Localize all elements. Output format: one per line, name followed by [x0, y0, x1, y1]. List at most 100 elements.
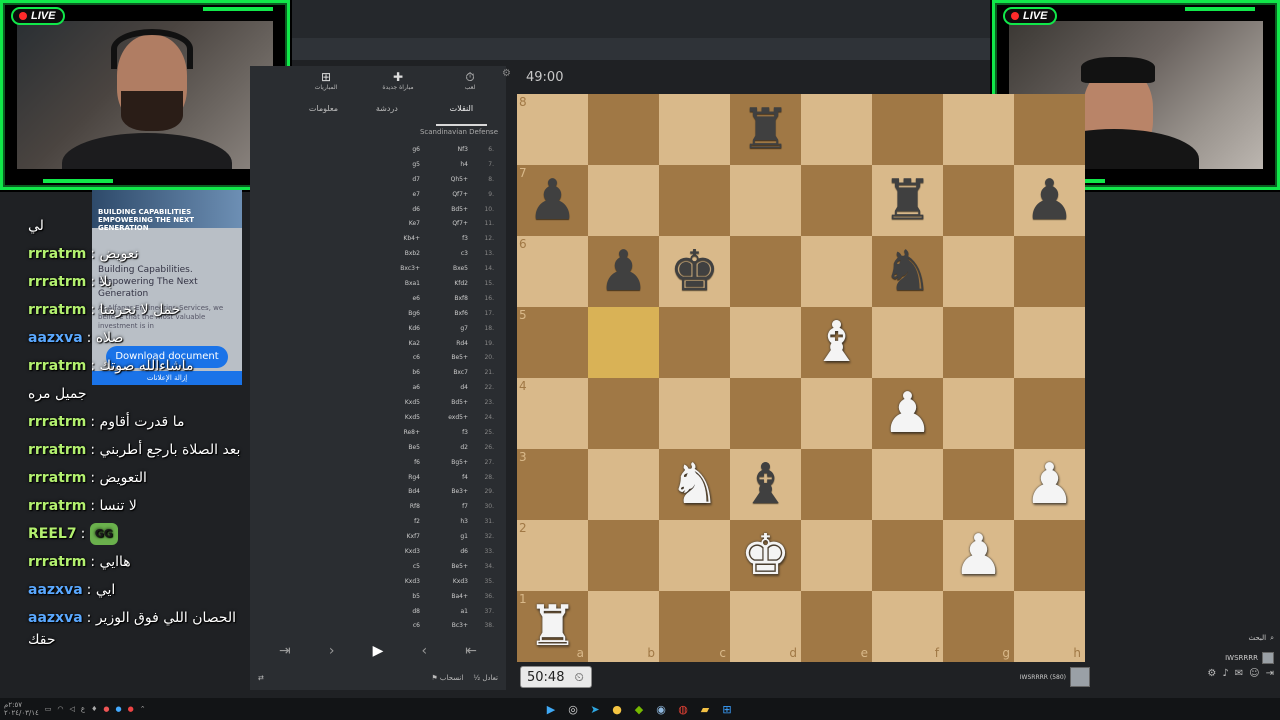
first-move-icon[interactable]: ⇤ [465, 643, 477, 659]
square-a1[interactable]: 1 a ♜ [517, 591, 588, 662]
square-f6[interactable]: ♞ [872, 236, 943, 307]
move-row[interactable]: Kxd5 Bd5+ 23. [264, 395, 496, 410]
square-e6[interactable] [801, 236, 872, 307]
square-f5[interactable] [872, 307, 943, 378]
move-row[interactable]: d6 Bd5+ 10. [264, 202, 496, 217]
move-row[interactable]: b6 Bxc7 21. [264, 365, 496, 380]
square-f1[interactable]: f [872, 591, 943, 662]
square-b7[interactable] [588, 165, 659, 236]
move-row[interactable]: Kd6 g7 18. [264, 321, 496, 336]
square-c3[interactable]: ♞ [659, 449, 730, 520]
move-row[interactable]: g5 h4 7. [264, 157, 496, 172]
move-row[interactable]: c5 Be5+ 34. [264, 559, 496, 574]
square-g3[interactable] [943, 449, 1014, 520]
move-row[interactable]: a6 d4 22. [264, 380, 496, 395]
square-c1[interactable]: c [659, 591, 730, 662]
chat-username[interactable]: rrratrm [28, 358, 86, 374]
bell-icon[interactable]: ♪ [1222, 668, 1228, 679]
tray-app-icon[interactable]: ● [103, 705, 109, 713]
tray-clock[interactable]: ٢:٥٧م ٢٠٢٤/٠٣/١٤ [4, 701, 39, 717]
black-knight-icon[interactable]: ♞ [882, 243, 932, 300]
square-f4[interactable]: ♟ [872, 378, 943, 449]
square-b5[interactable] [588, 307, 659, 378]
square-e8[interactable] [801, 94, 872, 165]
flip-board-icon[interactable]: ⇄ [258, 674, 264, 682]
square-h8[interactable] [1014, 94, 1085, 165]
square-b3[interactable] [588, 449, 659, 520]
move-row[interactable]: f2 h3 31. [264, 514, 496, 529]
previous-move-icon[interactable]: ‹ [421, 643, 427, 659]
square-h4[interactable] [1014, 378, 1085, 449]
move-row[interactable]: Bd4 Be3+ 29. [264, 484, 496, 499]
black-bishop-icon[interactable]: ♝ [740, 456, 790, 513]
telegram-icon[interactable]: ➤ [588, 702, 602, 716]
user-row[interactable]: IWSRRRR [1200, 648, 1280, 668]
black-pawn-icon[interactable]: ♟ [527, 172, 577, 229]
tray-app-icon[interactable]: ● [128, 705, 134, 713]
square-d7[interactable] [730, 165, 801, 236]
square-h2[interactable] [1014, 520, 1085, 591]
move-row[interactable]: b5 Ba4+ 36. [264, 589, 496, 604]
play-tab[interactable]: ⏱ لعب [446, 70, 494, 96]
square-b8[interactable] [588, 94, 659, 165]
chat-username[interactable]: rrratrm [28, 498, 86, 514]
move-row[interactable]: f6 Bg5+ 27. [264, 455, 496, 470]
black-pawn-icon[interactable]: ♟ [598, 243, 648, 300]
language-icon[interactable]: ع [81, 705, 85, 713]
square-a7[interactable]: 7 ♟ [517, 165, 588, 236]
square-g2[interactable]: ♟ [943, 520, 1014, 591]
draw-button[interactable]: ½ تعادل [473, 674, 498, 682]
white-pawn-icon[interactable]: ♟ [882, 385, 932, 442]
black-rook-icon[interactable]: ♜ [740, 101, 790, 158]
chat-username[interactable]: aazxva [28, 330, 83, 346]
square-e3[interactable] [801, 449, 872, 520]
move-row[interactable]: c6 Bc3+ 38. [264, 619, 496, 633]
games-tab[interactable]: ⊞ المباريات [302, 70, 350, 96]
tab-moves[interactable]: النقلات [435, 104, 488, 126]
black-pawn-icon[interactable]: ♟ [1024, 172, 1074, 229]
move-row[interactable]: Be5 d2 26. [264, 440, 496, 455]
move-row[interactable]: d8 a1 37. [264, 604, 496, 619]
square-d3[interactable]: ♝ [730, 449, 801, 520]
chess-board[interactable]: 8 ♜ 7 ♟ ♜ ♟ 6 ♟ ♚ ♞ 5 ♝ 4 ♟ 3 ♞ ♝ ♟ 2 ♚ ♟ 1 a ♜ b c d e f g h [517, 94, 1085, 662]
move-row[interactable]: Kxd3 d6 33. [264, 544, 496, 559]
move-row[interactable]: Ke7 Qf7+ 11. [264, 216, 496, 231]
mic-icon[interactable]: ♦ [91, 705, 97, 713]
move-list[interactable]: g6 Nf3 6. g5 h4 7. d7 Qh5+ 8. e7 Qf7+ 9. d6 Bd5+ 10. Ke… [264, 142, 496, 632]
chat-username[interactable]: aazxva [28, 582, 83, 598]
square-a6[interactable]: 6 [517, 236, 588, 307]
chat-username[interactable]: rrratrm [28, 554, 86, 570]
move-row[interactable]: g6 Nf3 6. [264, 142, 496, 157]
steam-icon[interactable]: ◉ [654, 702, 668, 716]
chat-username[interactable]: rrratrm [28, 302, 86, 318]
move-row[interactable]: Ka2 Rd4 19. [264, 336, 496, 351]
move-row[interactable]: e7 Qf7+ 9. [264, 187, 496, 202]
move-row[interactable]: e6 Bxf8 16. [264, 291, 496, 306]
square-e4[interactable] [801, 378, 872, 449]
move-row[interactable]: Bxb2 c3 13. [264, 246, 496, 261]
settings-gear-icon[interactable]: ⚙ [502, 68, 511, 79]
square-e1[interactable]: e [801, 591, 872, 662]
square-f2[interactable] [872, 520, 943, 591]
square-c4[interactable] [659, 378, 730, 449]
move-row[interactable]: d7 Qh5+ 8. [264, 172, 496, 187]
player-info[interactable]: IWSRRRR (580) [1010, 666, 1090, 688]
new-game-tab[interactable]: ✚ مباراة جديدة [374, 70, 422, 96]
square-h5[interactable] [1014, 307, 1085, 378]
square-f8[interactable] [872, 94, 943, 165]
square-b4[interactable] [588, 378, 659, 449]
square-f7[interactable]: ♜ [872, 165, 943, 236]
square-a3[interactable]: 3 [517, 449, 588, 520]
white-bishop-icon[interactable]: ♝ [811, 314, 861, 371]
square-d2[interactable]: ♚ [730, 520, 801, 591]
white-pawn-icon[interactable]: ♟ [953, 527, 1003, 584]
square-c2[interactable] [659, 520, 730, 591]
square-f3[interactable] [872, 449, 943, 520]
chat-username[interactable]: aazxva [28, 610, 83, 626]
chat-username[interactable]: rrratrm [28, 414, 86, 430]
black-king-icon[interactable]: ♚ [669, 243, 719, 300]
windows-icon[interactable]: ⊞ [720, 702, 734, 716]
white-king-icon[interactable]: ♚ [740, 527, 790, 584]
square-c6[interactable]: ♚ [659, 236, 730, 307]
square-d8[interactable]: ♜ [730, 94, 801, 165]
